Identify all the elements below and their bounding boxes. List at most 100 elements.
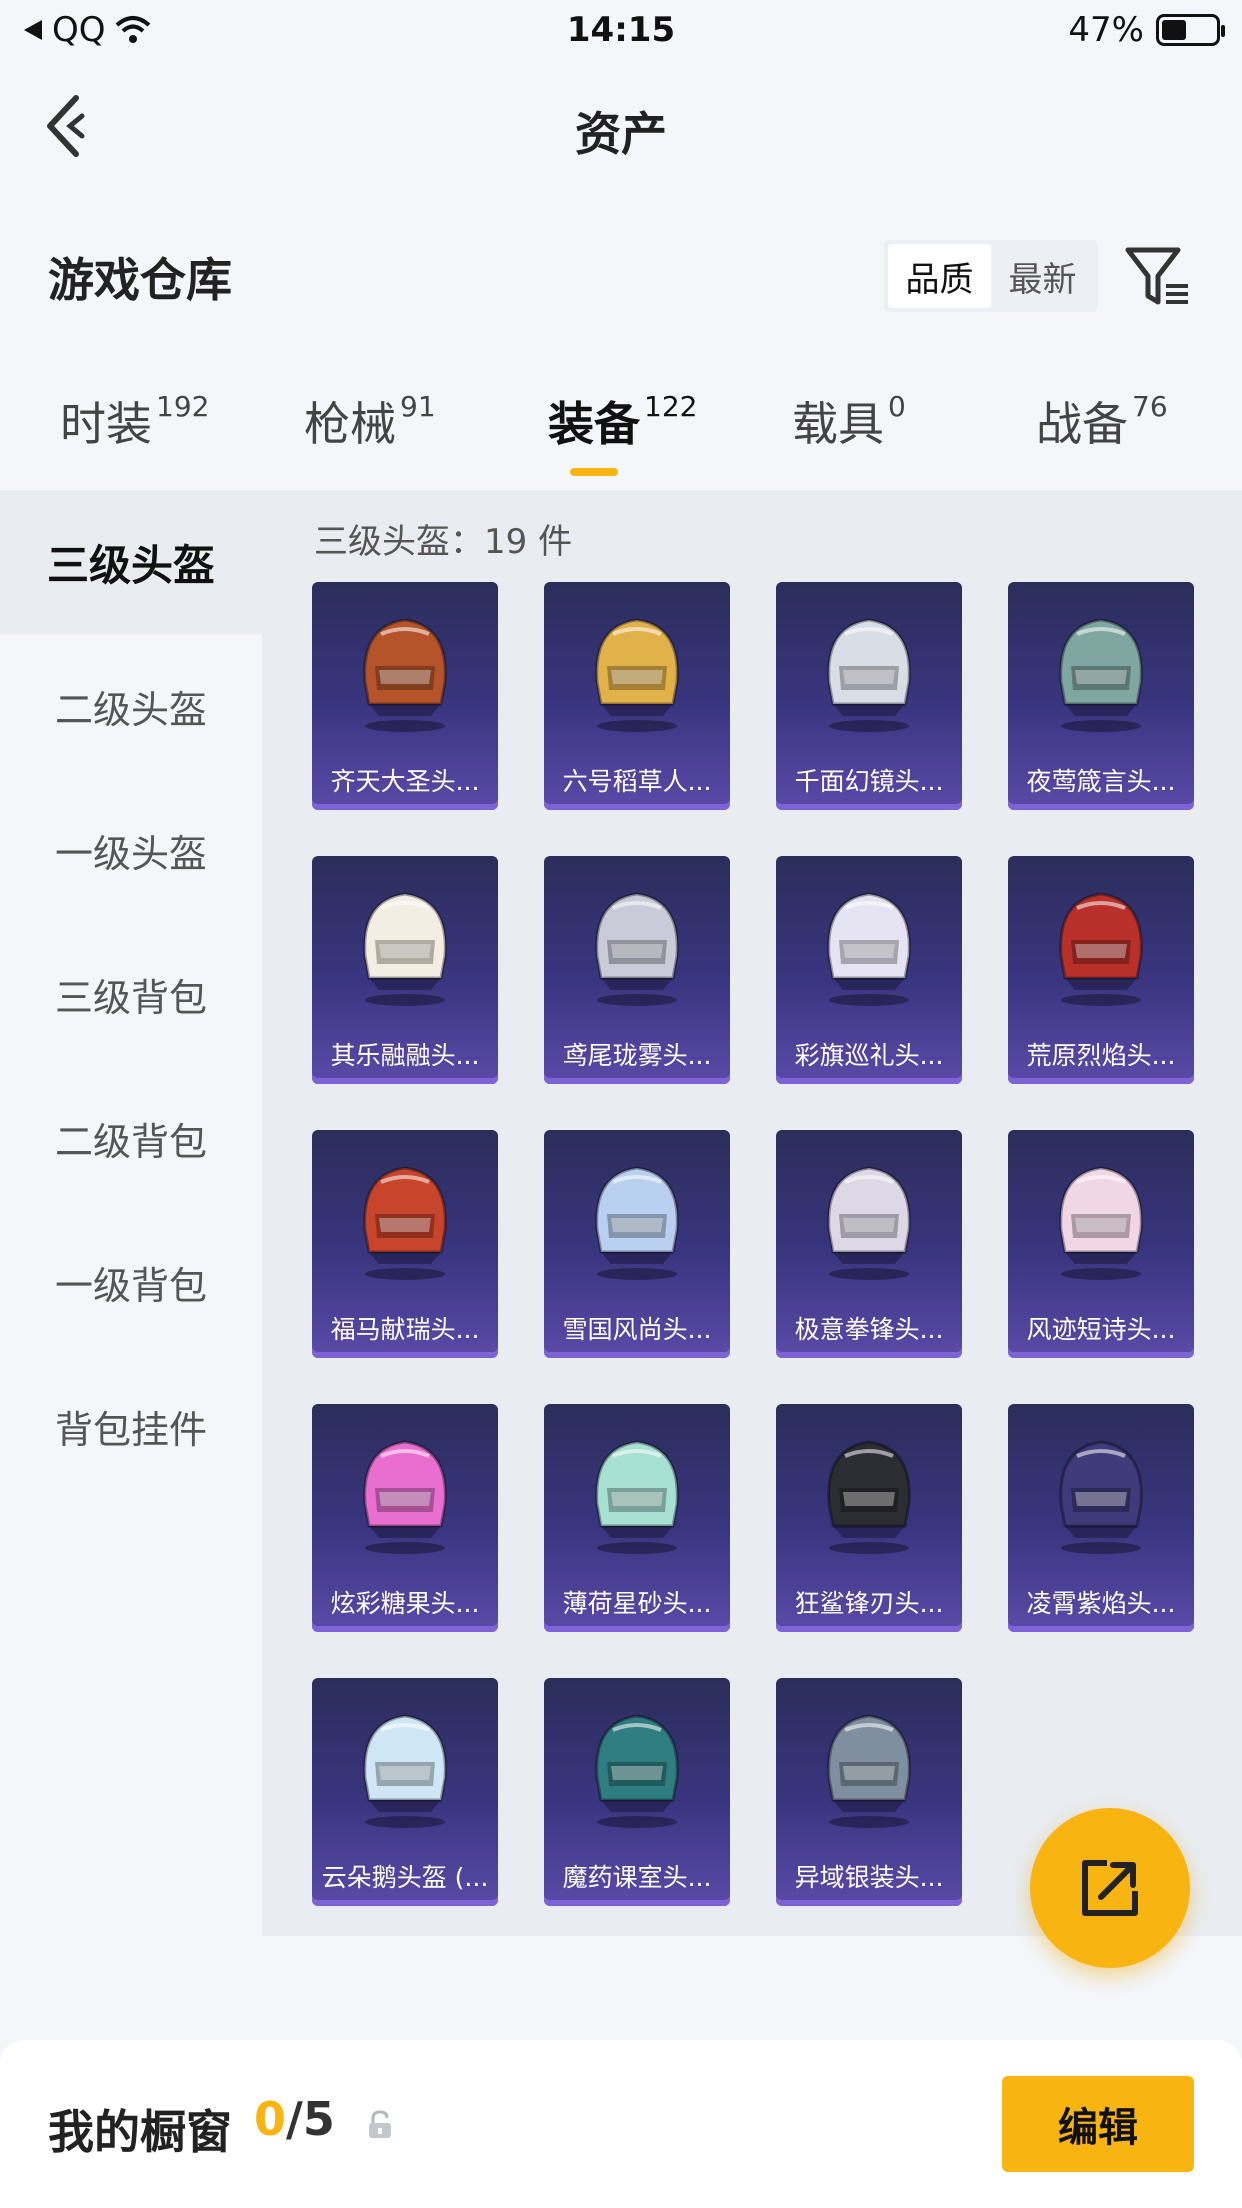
helmet-icon bbox=[595, 1714, 679, 1828]
helmet-item-card[interactable]: 彩旗巡礼头... bbox=[776, 856, 962, 1084]
helmet-icon bbox=[1059, 618, 1143, 732]
helmet-icon bbox=[363, 1714, 447, 1828]
battery-icon bbox=[1156, 14, 1225, 46]
showcase-current: 0 bbox=[254, 2092, 287, 2146]
helmet-icon bbox=[1059, 1166, 1143, 1280]
item-grid: 三级头盔：19 件 齐天大圣头... 六号稻草人... 千面幻镜头... 夜莺箴言头.… bbox=[262, 490, 1242, 1936]
tab-count: 0 bbox=[888, 390, 906, 423]
helmet-item-card[interactable]: 异域银装头... bbox=[776, 1678, 962, 1906]
share-button[interactable] bbox=[1030, 1808, 1190, 1968]
edit-button[interactable]: 编辑 bbox=[1002, 2076, 1194, 2172]
tab-label: 载具 bbox=[792, 397, 884, 451]
helmet-icon bbox=[363, 1166, 447, 1280]
item-name: 彩旗巡礼头... bbox=[794, 1041, 944, 1070]
helmet-item-card[interactable]: 鸢尾珑雾头... bbox=[544, 856, 730, 1084]
tab-label: 枪械 bbox=[304, 397, 396, 451]
external-link-icon bbox=[1082, 1860, 1138, 1916]
item-name: 雪国风尚头... bbox=[562, 1315, 712, 1344]
tab-gear[interactable]: 战备 76 bbox=[1036, 388, 1168, 454]
item-name: 魔药课室头... bbox=[562, 1863, 712, 1892]
helmet-item-card[interactable]: 云朵鹅头盔 (... bbox=[312, 1678, 498, 1906]
item-name: 荒原烈焰头... bbox=[1026, 1041, 1176, 1070]
tab-label: 时装 bbox=[60, 397, 152, 451]
item-name: 六号稻草人... bbox=[562, 767, 712, 796]
sidebar-item-level3-helmet[interactable]: 三级头盔 bbox=[0, 490, 262, 634]
tab-count: 76 bbox=[1132, 390, 1168, 423]
helmet-icon bbox=[827, 618, 911, 732]
helmet-icon bbox=[827, 1440, 911, 1554]
helmet-icon bbox=[595, 892, 679, 1006]
tab-count: 91 bbox=[400, 390, 436, 423]
helmet-item-card[interactable]: 魔药课室头... bbox=[544, 1678, 730, 1906]
helmet-icon bbox=[595, 1440, 679, 1554]
helmet-icon bbox=[363, 892, 447, 1006]
content-area: 三级头盔 二级头盔 一级头盔 三级背包 二级背包 一级背包 背包挂件 三级头盔：… bbox=[0, 490, 1242, 1936]
nav-bar: 资产 bbox=[0, 62, 1242, 192]
tab-label: 战备 bbox=[1036, 397, 1128, 451]
filter-icon bbox=[1125, 247, 1188, 305]
item-name: 夜莺箴言头... bbox=[1026, 767, 1176, 796]
item-name: 千面幻镜头... bbox=[794, 767, 944, 796]
showcase-count: 0/5 bbox=[254, 2092, 335, 2146]
item-name: 云朵鹅头盔 (... bbox=[321, 1863, 489, 1892]
helmet-item-card[interactable]: 极意拳锋头... bbox=[776, 1130, 962, 1358]
helmet-icon bbox=[363, 618, 447, 732]
sidebar-item-level1-backpack[interactable]: 一级背包 bbox=[0, 1210, 262, 1354]
helmet-item-card[interactable]: 雪国风尚头... bbox=[544, 1130, 730, 1358]
tab-count: 192 bbox=[156, 390, 210, 423]
helmet-item-card[interactable]: 其乐融融头... bbox=[312, 856, 498, 1084]
helmet-item-card[interactable]: 炫彩糖果头... bbox=[312, 1404, 498, 1632]
item-name: 异域银装头... bbox=[794, 1863, 944, 1892]
tab-vehicles[interactable]: 载具 0 bbox=[792, 388, 906, 454]
filter-button[interactable] bbox=[1124, 240, 1194, 312]
item-name: 风迹短诗头... bbox=[1026, 1315, 1176, 1344]
helmet-icon bbox=[363, 1440, 447, 1554]
category-tabs: 时装 192 枪械 91 装备 122 载具 0 战备 76 bbox=[0, 388, 1242, 488]
subcategory-sidebar: 三级头盔 二级头盔 一级头盔 三级背包 二级背包 一级背包 背包挂件 bbox=[0, 490, 262, 1936]
active-tab-indicator bbox=[570, 468, 618, 476]
helmet-item-card[interactable]: 夜莺箴言头... bbox=[1008, 582, 1194, 810]
item-count-label: 三级头盔：19 件 bbox=[314, 522, 573, 562]
sidebar-item-backpack-charm[interactable]: 背包挂件 bbox=[0, 1354, 262, 1498]
item-name: 薄荷星砂头... bbox=[562, 1589, 712, 1618]
helmet-item-card[interactable]: 福马献瑞头... bbox=[312, 1130, 498, 1358]
helmet-item-card[interactable]: 风迹短诗头... bbox=[1008, 1130, 1194, 1358]
helmet-item-card[interactable]: 荒原烈焰头... bbox=[1008, 856, 1194, 1084]
helmet-item-card[interactable]: 薄荷星砂头... bbox=[544, 1404, 730, 1632]
item-name: 其乐融融头... bbox=[330, 1041, 480, 1070]
helmet-item-card[interactable]: 狂鲨锋刃头... bbox=[776, 1404, 962, 1632]
helmet-item-card[interactable]: 千面幻镜头... bbox=[776, 582, 962, 810]
helmet-icon bbox=[1059, 1440, 1143, 1554]
helmet-icon bbox=[1059, 892, 1143, 1006]
helmet-icon bbox=[595, 1166, 679, 1280]
sidebar-item-level3-backpack[interactable]: 三级背包 bbox=[0, 922, 262, 1066]
helmet-icon bbox=[827, 892, 911, 1006]
sidebar-item-level2-helmet[interactable]: 二级头盔 bbox=[0, 634, 262, 778]
item-name: 炫彩糖果头... bbox=[330, 1589, 480, 1618]
clock: 14:15 bbox=[566, 10, 676, 50]
status-right: 47% bbox=[1068, 10, 1225, 50]
battery-level bbox=[1162, 20, 1186, 40]
helmet-icon bbox=[595, 618, 679, 732]
sort-quality-button[interactable]: 品质 bbox=[888, 244, 991, 308]
helmet-item-card[interactable]: 六号稻草人... bbox=[544, 582, 730, 810]
helmet-item-card[interactable]: 凌霄紫焰头... bbox=[1008, 1404, 1194, 1632]
helmet-icon bbox=[827, 1714, 911, 1828]
showcase-label: 我的橱窗 bbox=[48, 2105, 232, 2159]
helmet-icon bbox=[827, 1166, 911, 1280]
item-name: 狂鲨锋刃头... bbox=[794, 1589, 944, 1618]
item-name: 极意拳锋头... bbox=[794, 1315, 944, 1344]
item-name: 齐天大圣头... bbox=[330, 767, 480, 796]
helmet-item-card[interactable]: 齐天大圣头... bbox=[312, 582, 498, 810]
tab-fashion[interactable]: 时装 192 bbox=[60, 388, 209, 454]
sidebar-item-level1-helmet[interactable]: 一级头盔 bbox=[0, 778, 262, 922]
sort-newest-button[interactable]: 最新 bbox=[991, 244, 1094, 308]
tab-equipment[interactable]: 装备 122 bbox=[548, 388, 697, 454]
lock-icon bbox=[369, 2110, 391, 2138]
sidebar-item-level2-backpack[interactable]: 二级背包 bbox=[0, 1066, 262, 1210]
tab-weapons[interactable]: 枪械 91 bbox=[304, 388, 436, 454]
page-title: 资产 bbox=[575, 107, 667, 161]
item-name: 福马献瑞头... bbox=[330, 1315, 480, 1344]
battery-percent: 47% bbox=[1068, 10, 1144, 50]
warehouse-title: 游戏仓库 bbox=[48, 253, 232, 307]
